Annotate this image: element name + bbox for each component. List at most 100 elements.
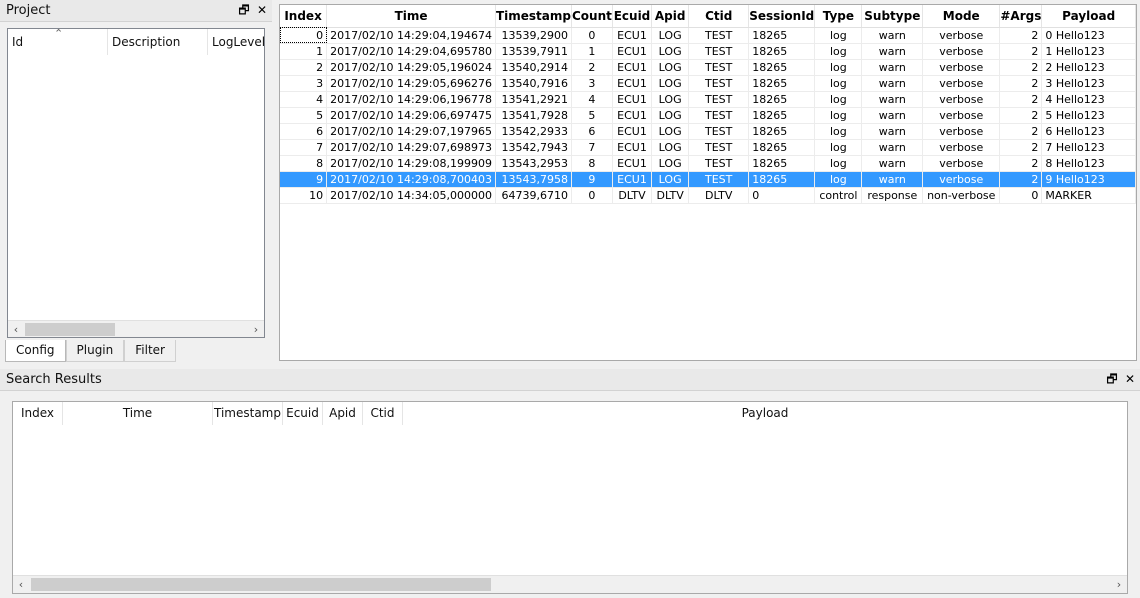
close-icon[interactable]: ✕ xyxy=(256,3,268,17)
column-header-apid[interactable]: Apid xyxy=(323,402,363,425)
column-header-id[interactable]: Id ⌃ xyxy=(8,27,108,55)
cell-type[interactable]: log xyxy=(814,59,863,76)
table-row[interactable]: 10 2017/02/10 14:34:05,000000 64739,6710 0 D… xyxy=(280,187,1136,204)
cell-apid[interactable]: LOG xyxy=(651,107,690,124)
cell-ctid[interactable]: TEST xyxy=(688,171,750,188)
cell-type[interactable]: log xyxy=(814,139,863,156)
cell-ctid[interactable]: TEST xyxy=(688,155,750,172)
cell-count[interactable]: 2 xyxy=(571,59,613,76)
cell-subtype[interactable]: warn xyxy=(861,27,924,44)
column-header-subtype[interactable]: Subtype xyxy=(861,5,924,28)
cell-timestamp[interactable]: 13543,2953 xyxy=(495,155,572,172)
cell-sessionid[interactable]: 18265 xyxy=(748,139,816,156)
cell-mode[interactable]: verbose xyxy=(922,75,1001,92)
cell-apid[interactable]: LOG xyxy=(651,27,690,44)
cell-sessionid[interactable]: 18265 xyxy=(748,171,816,188)
cell-ecuid[interactable]: ECU1 xyxy=(612,171,653,188)
cell-timestamp[interactable]: 13540,2914 xyxy=(495,59,572,76)
column-header-type[interactable]: Type xyxy=(814,5,863,28)
table-row[interactable]: 4 2017/02/10 14:29:06,196778 13541,2921 4 EC… xyxy=(280,91,1136,108)
cell-subtype[interactable]: warn xyxy=(861,91,924,108)
cell-timestamp[interactable]: 13541,2921 xyxy=(495,91,572,108)
cell-mode[interactable]: non-verbose xyxy=(922,187,1001,204)
cell-type[interactable]: log xyxy=(814,91,863,108)
close-icon[interactable]: ✕ xyxy=(1124,372,1136,386)
cell-ecuid[interactable]: ECU1 xyxy=(612,123,653,140)
dlt-message-table[interactable]: Index Time Timestamp Count Ecuid Apid Ctid Sess… xyxy=(279,4,1137,361)
cell-time[interactable]: 2017/02/10 14:29:08,199909 xyxy=(326,155,496,172)
cell-ecuid[interactable]: ECU1 xyxy=(612,75,653,92)
cell-payload[interactable]: 3 Hello123 xyxy=(1041,75,1136,92)
cell-payload[interactable]: 5 Hello123 xyxy=(1041,107,1136,124)
cell-timestamp[interactable]: 13540,7916 xyxy=(495,75,572,92)
cell-subtype[interactable]: warn xyxy=(861,75,924,92)
table-row[interactable]: 2 2017/02/10 14:29:05,196024 13540,2914 2 EC… xyxy=(280,59,1136,76)
table-row[interactable]: 6 2017/02/10 14:29:07,197965 13542,2933 6 EC… xyxy=(280,123,1136,140)
cell-ctid[interactable]: TEST xyxy=(688,139,750,156)
cell-ecuid[interactable]: ECU1 xyxy=(612,91,653,108)
cell-args[interactable]: 2 xyxy=(999,27,1043,44)
cell-subtype[interactable]: warn xyxy=(861,155,924,172)
cell-time[interactable]: 2017/02/10 14:29:04,194674 xyxy=(326,27,496,44)
cell-time[interactable]: 2017/02/10 14:29:07,197965 xyxy=(326,123,496,140)
cell-subtype[interactable]: warn xyxy=(861,123,924,140)
column-header-payload[interactable]: Payload xyxy=(1041,5,1136,28)
cell-count[interactable]: 9 xyxy=(571,171,613,188)
cell-time[interactable]: 2017/02/10 14:29:06,196778 xyxy=(326,91,496,108)
cell-apid[interactable]: LOG xyxy=(651,155,690,172)
cell-sessionid[interactable]: 18265 xyxy=(748,75,816,92)
cell-sessionid[interactable]: 18265 xyxy=(748,107,816,124)
cell-args[interactable]: 2 xyxy=(999,59,1043,76)
cell-ctid[interactable]: TEST xyxy=(688,75,750,92)
column-header-count[interactable]: Count xyxy=(571,5,613,28)
cell-payload[interactable]: 4 Hello123 xyxy=(1041,91,1136,108)
cell-index[interactable]: 0 xyxy=(280,27,328,44)
cell-type[interactable]: log xyxy=(814,27,863,44)
tab-filter[interactable]: Filter xyxy=(124,340,176,362)
cell-sessionid[interactable]: 0 xyxy=(748,187,816,204)
tab-plugin[interactable]: Plugin xyxy=(65,340,125,362)
table-row[interactable]: 0 2017/02/10 14:29:04,194674 13539,2900 0 EC… xyxy=(280,27,1136,44)
cell-count[interactable]: 0 xyxy=(571,187,613,204)
cell-timestamp[interactable]: 13539,2900 xyxy=(495,27,572,44)
cell-time[interactable]: 2017/02/10 14:29:05,696276 xyxy=(326,75,496,92)
cell-mode[interactable]: verbose xyxy=(922,43,1001,60)
column-header-description[interactable]: Description xyxy=(108,29,208,55)
cell-mode[interactable]: verbose xyxy=(922,123,1001,140)
float-icon[interactable]: 🗗 xyxy=(238,3,250,17)
cell-sessionid[interactable]: 18265 xyxy=(748,43,816,60)
float-icon[interactable]: 🗗 xyxy=(1106,372,1118,386)
cell-sessionid[interactable]: 18265 xyxy=(748,91,816,108)
scroll-left-icon[interactable]: ‹ xyxy=(13,577,29,592)
cell-args[interactable]: 2 xyxy=(999,155,1043,172)
cell-type[interactable]: control xyxy=(814,187,863,204)
cell-sessionid[interactable]: 18265 xyxy=(748,123,816,140)
cell-count[interactable]: 4 xyxy=(571,91,613,108)
cell-index[interactable]: 10 xyxy=(280,187,328,204)
column-header-args[interactable]: #Args xyxy=(999,5,1043,28)
cell-payload[interactable]: 1 Hello123 xyxy=(1041,43,1136,60)
project-tree[interactable]: Id ⌃ Description LogLevel ‹ › xyxy=(7,27,265,338)
scrollbar-thumb[interactable] xyxy=(25,323,115,336)
cell-payload[interactable]: 9 Hello123 xyxy=(1041,171,1136,188)
scroll-right-icon[interactable]: › xyxy=(248,322,264,337)
cell-timestamp[interactable]: 13539,7911 xyxy=(495,43,572,60)
cell-index[interactable]: 7 xyxy=(280,139,328,156)
cell-ecuid[interactable]: DLTV xyxy=(612,187,653,204)
cell-index[interactable]: 3 xyxy=(280,75,328,92)
column-header-timestamp[interactable]: Timestamp xyxy=(495,5,572,28)
cell-apid[interactable]: LOG xyxy=(651,123,690,140)
cell-subtype[interactable]: warn xyxy=(861,59,924,76)
cell-subtype[interactable]: warn xyxy=(861,43,924,60)
scrollbar-thumb[interactable] xyxy=(31,578,491,591)
column-header-ecuid[interactable]: Ecuid xyxy=(612,5,653,28)
cell-sessionid[interactable]: 18265 xyxy=(748,59,816,76)
cell-count[interactable]: 1 xyxy=(571,43,613,60)
cell-time[interactable]: 2017/02/10 14:29:05,196024 xyxy=(326,59,496,76)
cell-type[interactable]: log xyxy=(814,123,863,140)
cell-args[interactable]: 2 xyxy=(999,139,1043,156)
cell-count[interactable]: 0 xyxy=(571,27,613,44)
cell-sessionid[interactable]: 18265 xyxy=(748,27,816,44)
cell-count[interactable]: 8 xyxy=(571,155,613,172)
cell-mode[interactable]: verbose xyxy=(922,155,1001,172)
